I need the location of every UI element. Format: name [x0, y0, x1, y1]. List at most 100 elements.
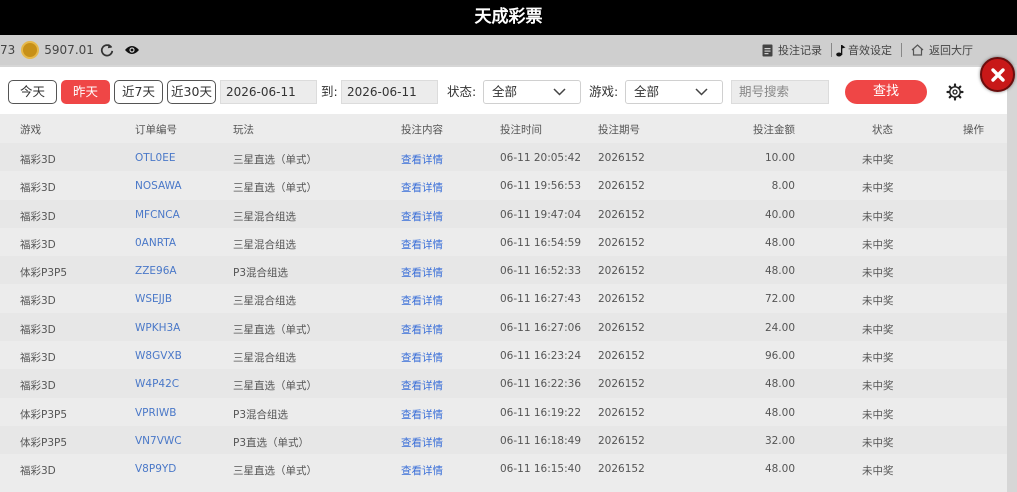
cell-game: 体彩P3P5 [20, 436, 68, 449]
cell-status: 未中奖 [862, 295, 894, 308]
view-details-link[interactable]: 查看详情 [401, 407, 443, 422]
app-title: 天成彩票 [0, 0, 1017, 35]
cell-issue: 2026152 [598, 321, 645, 334]
refresh-icon[interactable] [100, 43, 114, 57]
table-row: 体彩P3P5 ZZE96A P3混合组选 查看详情 06-11 16:52:33 2026… [0, 256, 1007, 285]
table-row: 福彩3D MFCNCA 三星混合组选 查看详情 06-11 19:47:04 202615… [0, 199, 1007, 228]
cell-order-id: VN7VWC [135, 434, 182, 447]
table-row: 福彩3D W4P42C 三星直选（单式） 查看详情 06-11 16:22:36 2026… [0, 369, 1007, 398]
cell-status: 未中奖 [862, 352, 894, 365]
status-select-value: 全部 [492, 84, 518, 99]
cell-amount: 96.00 [764, 350, 795, 363]
range-30days-button[interactable]: 近30天 [167, 80, 216, 104]
bet-records-link[interactable]: 投注记录 [753, 42, 831, 58]
view-details-link[interactable]: 查看详情 [401, 293, 443, 308]
cell-amount: 32.00 [764, 434, 795, 447]
back-lobby-label: 返回大厅 [929, 44, 973, 57]
find-button[interactable]: 查找 [845, 80, 927, 104]
view-details-link[interactable]: 查看详情 [401, 152, 443, 167]
view-details-link[interactable]: 查看详情 [401, 237, 443, 252]
range-today-button[interactable]: 今天 [8, 80, 57, 104]
status-select[interactable]: 全部 [483, 80, 581, 104]
view-details-link[interactable]: 查看详情 [401, 350, 443, 365]
cell-bet-time: 06-11 19:56:53 [500, 180, 582, 193]
filter-bar: 今天 昨天 近7天 近30天 2026-06-11 到: 2026-06-11 … [0, 67, 1007, 114]
col-order: 订单编号 [135, 124, 177, 136]
cell-bet-time: 06-11 16:27:43 [500, 293, 582, 306]
view-details-link[interactable]: 查看详情 [401, 435, 443, 450]
cell-play: P3混合组选 [233, 267, 289, 280]
cell-issue: 2026152 [598, 265, 645, 278]
view-details-link[interactable]: 查看详情 [401, 265, 443, 280]
close-button[interactable] [980, 57, 1015, 92]
sound-settings-link[interactable]: 音效设定 [832, 42, 901, 58]
date-from-field[interactable]: 2026-06-11 [220, 80, 317, 104]
account-bar: 73 5907.01 投注记录 音效设定 返回大厅 [0, 35, 1017, 65]
view-details-link[interactable]: 查看详情 [401, 322, 443, 337]
cell-amount: 48.00 [764, 406, 795, 419]
cell-bet-time: 06-11 16:23:24 [500, 350, 582, 363]
balance-area: 73 5907.01 [0, 35, 140, 65]
cell-game: 福彩3D [20, 210, 56, 223]
issue-search-input[interactable]: 期号搜索 [731, 80, 829, 104]
cell-play: 三星直选（单式） [233, 465, 317, 478]
col-play: 玩法 [233, 124, 254, 136]
table-row: 福彩3D WPKH3A 三星直选（单式） 查看详情 06-11 16:27:06 2026… [0, 312, 1007, 342]
range-7days-button[interactable]: 近7天 [114, 80, 163, 104]
table-row: 体彩P3P5 VPRIWB P3混合组选 查看详情 06-11 16:19:22 2026… [0, 398, 1007, 426]
date-to-field[interactable]: 2026-06-11 [341, 80, 438, 104]
cell-issue: 2026152 [598, 406, 645, 419]
game-label: 游戏: [589, 84, 619, 99]
cell-status: 未中奖 [862, 436, 894, 449]
bet-records-modal: 今天 昨天 近7天 近30天 2026-06-11 到: 2026-06-11 … [0, 67, 1007, 492]
to-label: 到: [321, 84, 338, 99]
cell-issue: 2026152 [598, 378, 645, 391]
cell-issue: 2026152 [598, 350, 645, 363]
cell-game: 福彩3D [20, 295, 56, 308]
cell-order-id: VPRIWB [135, 406, 177, 419]
view-details-link[interactable]: 查看详情 [401, 463, 443, 478]
range-yesterday-button[interactable]: 昨天 [61, 80, 110, 104]
cell-play: 三星直选（单式） [233, 154, 317, 166]
cell-bet-time: 06-11 19:47:04 [500, 208, 582, 221]
cell-game: 福彩3D [20, 352, 56, 365]
cell-play: 三星直选（单式） [233, 323, 317, 336]
eye-icon[interactable] [124, 44, 140, 56]
cell-amount: 48.00 [764, 236, 795, 249]
cell-issue: 2026152 [598, 208, 645, 221]
chevron-down-icon [553, 88, 566, 96]
game-select-value: 全部 [634, 84, 660, 99]
col-status: 状态 [872, 124, 893, 136]
cell-order-id: WSEJJB [135, 293, 173, 306]
col-game: 游戏 [20, 124, 41, 136]
cell-amount: 40.00 [764, 208, 795, 221]
cell-order-id: ZZE96A [135, 265, 177, 278]
cell-amount: 72.00 [764, 293, 795, 306]
balance-value: 5907.01 [44, 43, 94, 57]
cell-play: 三星混合组选 [233, 238, 296, 251]
cell-bet-time: 06-11 16:18:49 [500, 434, 582, 447]
cell-status: 未中奖 [862, 465, 894, 478]
view-details-link[interactable]: 查看详情 [401, 180, 443, 195]
cell-order-id: V8P9YD [135, 463, 177, 476]
cell-game: 福彩3D [20, 323, 56, 336]
cell-game: 体彩P3P5 [20, 408, 68, 421]
cell-status: 未中奖 [862, 267, 894, 280]
table-row: 福彩3D V8P9YD 三星直选（单式） 查看详情 06-11 16:15:40 2026… [0, 454, 1007, 482]
gear-icon[interactable] [946, 83, 964, 101]
table-row: 体彩P3P5 VN7VWC P3直选（单式） 查看详情 06-11 16:18:49 20… [0, 425, 1007, 455]
back-lobby-link[interactable]: 返回大厅 [902, 42, 973, 58]
table-row: 福彩3D 0ANRTA 三星混合组选 查看详情 06-11 16:54:59 202615… [0, 228, 1007, 256]
cell-play: P3直选（单式） [233, 436, 310, 449]
col-issue: 投注期号 [598, 124, 640, 136]
view-details-link[interactable]: 查看详情 [401, 209, 443, 224]
home-icon [911, 44, 924, 56]
table-row: 福彩3D OTL0EE 三星直选（单式） 查看详情 06-11 20:05:42 2026… [0, 143, 1007, 172]
topbar-links: 投注记录 音效设定 返回大厅 [753, 35, 973, 65]
cell-order-id: W8GVXB [135, 350, 182, 363]
cell-play: 三星混合组选 [233, 295, 296, 308]
game-select[interactable]: 全部 [625, 80, 723, 104]
close-icon [990, 67, 1005, 82]
view-details-link[interactable]: 查看详情 [401, 378, 443, 393]
document-icon [762, 44, 773, 56]
